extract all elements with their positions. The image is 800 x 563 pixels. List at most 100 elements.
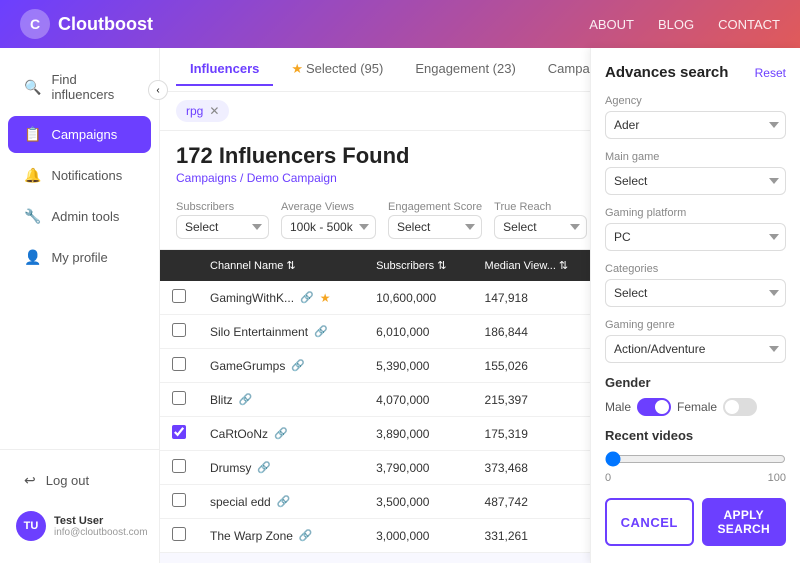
sidebar-item-logout[interactable]: ↩ Log out [8, 462, 151, 499]
filter-engagement-label: Engagement Score [388, 201, 482, 213]
advanced-search-panel: Advances search Reset Agency Ader Main g… [590, 48, 800, 563]
row-median-views: 373,468 [473, 451, 597, 485]
filter-engagement-select[interactable]: Select< 1%1% - 5%5%+ [388, 215, 482, 239]
row-channel-name: Blitz 🔗 [198, 383, 364, 417]
row-checkbox[interactable] [172, 493, 186, 507]
adv-reset-button[interactable]: Reset [755, 66, 786, 80]
nav-contact[interactable]: CONTACT [718, 17, 780, 32]
row-checkbox-cell [160, 281, 198, 315]
row-subscribers: 10,600,000 [364, 281, 472, 315]
sidebar-label-my-profile: My profile [51, 250, 107, 265]
filter-true-reach-select[interactable]: Select< 10K10K - 100K100K+ [494, 215, 587, 239]
row-median-views: 215,397 [473, 383, 597, 417]
link-icon[interactable]: 🔗 [239, 393, 253, 406]
total-median-views: 38,766,084 [473, 553, 597, 563]
link-icon[interactable]: 🔗 [314, 325, 328, 338]
adv-agency-label: Agency [605, 95, 786, 107]
nav-blog[interactable]: BLOG [658, 17, 694, 32]
logo-icon: C [20, 9, 50, 39]
row-checkbox[interactable] [172, 323, 186, 337]
find-influencers-icon: 🔍 [24, 79, 41, 96]
row-checkbox[interactable] [172, 527, 186, 541]
row-checkbox[interactable] [172, 289, 186, 303]
row-median-views: 147,918 [473, 281, 597, 315]
range-max: 100 [768, 472, 786, 484]
row-subscribers: 3,890,000 [364, 417, 472, 451]
sidebar-item-find-influencers[interactable]: 🔍 Find influencers [8, 62, 151, 112]
row-checkbox-cell [160, 417, 198, 451]
link-icon[interactable]: 🔗 [299, 529, 313, 542]
col-median-views[interactable]: Median View... ⇅ [473, 250, 597, 281]
star-icon[interactable]: ★ [320, 291, 331, 305]
breadcrumb-main[interactable]: Campaigns [176, 171, 237, 185]
col-channel-name[interactable]: Channel Name ⇅ [198, 250, 364, 281]
row-subscribers: 5,390,000 [364, 349, 472, 383]
sidebar-item-my-profile[interactable]: 👤 My profile [8, 239, 151, 276]
link-icon[interactable]: 🔗 [300, 291, 314, 304]
adv-agency-field: Agency Ader [605, 95, 786, 139]
adv-male-toggle[interactable] [637, 398, 671, 416]
tab-engagement[interactable]: Engagement (23) [401, 53, 529, 86]
link-icon[interactable]: 🔗 [291, 359, 305, 372]
sidebar-item-admin-tools[interactable]: 🔧 Admin tools [8, 198, 151, 235]
adv-categories-select[interactable]: Select [605, 279, 786, 307]
my-profile-icon: 👤 [24, 249, 41, 266]
sidebar-item-campaigns[interactable]: 📋 Campaigns [8, 116, 151, 153]
filter-tag-rpg: rpg ✕ [176, 100, 229, 122]
filter-avg-views-label: Average Views [281, 201, 376, 213]
row-checkbox[interactable] [172, 357, 186, 371]
filter-tag-remove[interactable]: ✕ [209, 104, 219, 118]
filter-avg-views-select[interactable]: Select100k - 500k500K+ [281, 215, 376, 239]
sidebar-collapse-button[interactable]: ‹ [148, 80, 168, 100]
adv-gaming-genre-select[interactable]: Action/Adventure [605, 335, 786, 363]
filter-subscribers: Subscribers Select< 10K10K - 100K100K - … [176, 201, 269, 239]
row-channel-name: The Warp Zone 🔗 [198, 519, 364, 553]
adv-main-game-select[interactable]: Select [605, 167, 786, 195]
adv-gaming-platform-select[interactable]: PC [605, 223, 786, 251]
row-median-views: 186,844 [473, 315, 597, 349]
row-channel-name: special edd 🔗 [198, 485, 364, 519]
sidebar-label-logout: Log out [46, 473, 89, 488]
adv-gaming-genre-field: Gaming genre Action/Adventure [605, 319, 786, 363]
adv-search-header: Advances search Reset [605, 64, 786, 81]
sidebar-user: TU Test User info@cloutboost.com [0, 501, 159, 551]
row-checkbox[interactable] [172, 391, 186, 405]
cancel-button[interactable]: CANCEL [605, 498, 694, 546]
adv-gender-title: Gender [605, 375, 786, 390]
filter-true-reach-label: True Reach [494, 201, 587, 213]
nav-about[interactable]: ABOUT [589, 17, 634, 32]
sidebar-label-admin-tools: Admin tools [51, 209, 119, 224]
apply-search-button[interactable]: APPLY SEARCH [702, 498, 787, 546]
top-nav: C Cloutboost ABOUT BLOG CONTACT [0, 0, 800, 48]
row-checkbox[interactable] [172, 425, 186, 439]
admin-tools-icon: 🔧 [24, 208, 41, 225]
adv-search-buttons: CANCEL APPLY SEARCH [605, 498, 786, 546]
campaigns-icon: 📋 [24, 126, 41, 143]
adv-recent-videos-slider[interactable] [605, 451, 786, 467]
row-subscribers: 3,790,000 [364, 451, 472, 485]
row-median-views: 487,742 [473, 485, 597, 519]
row-channel-name: GamingWithK... 🔗 ★ [198, 281, 364, 315]
filter-subscribers-select[interactable]: Select< 10K10K - 100K100K - 1M1M+ [176, 215, 269, 239]
col-subscribers[interactable]: Subscribers ⇅ [364, 250, 472, 281]
user-email: info@cloutboost.com [54, 527, 148, 538]
row-checkbox-cell [160, 349, 198, 383]
link-icon[interactable]: 🔗 [277, 495, 291, 508]
adv-search-title: Advances search [605, 64, 728, 81]
sidebar-label-campaigns: Campaigns [51, 127, 117, 142]
total-subscribers: 138,162,750 [364, 553, 472, 563]
sidebar-item-notifications[interactable]: 🔔 Notifications [8, 157, 151, 194]
range-min: 0 [605, 472, 611, 484]
link-icon[interactable]: 🔗 [274, 427, 288, 440]
tab-influencers-label: Influencers [190, 61, 259, 76]
col-checkbox [160, 250, 198, 281]
filter-subscribers-label: Subscribers [176, 201, 269, 213]
total-label: Total [198, 553, 364, 563]
adv-female-toggle[interactable] [723, 398, 757, 416]
tab-selected[interactable]: ★Selected (95) [277, 53, 397, 87]
link-icon[interactable]: 🔗 [257, 461, 271, 474]
adv-agency-select[interactable]: Ader [605, 111, 786, 139]
row-subscribers: 3,500,000 [364, 485, 472, 519]
tab-influencers[interactable]: Influencers [176, 53, 273, 86]
row-checkbox[interactable] [172, 459, 186, 473]
